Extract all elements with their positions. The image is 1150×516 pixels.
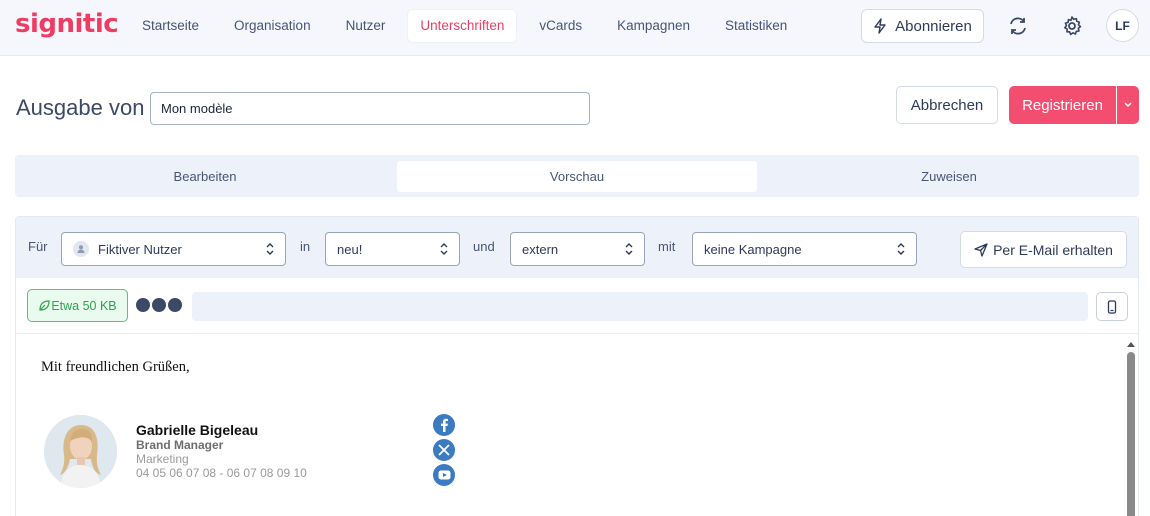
nav-item-nutzer[interactable]: Nutzer [334,10,398,42]
chevron-updown-icon [440,243,448,255]
window-dot [168,298,182,312]
size-badge-label: Etwa 50 KB [51,298,117,313]
signature-role: Brand Manager [136,438,224,452]
subscribe-label: Abonnieren [895,17,972,35]
chevron-updown-icon [897,243,905,255]
chevron-updown-icon [266,243,274,255]
signature-name: Gabrielle Bigeleau [136,422,259,438]
preview-filter-bar: Für Fiktiver Nutzer in neu! und extern m… [16,217,1138,278]
preview-address-bar [192,292,1088,321]
send-by-email-label: Per E-Mail erhalten [993,241,1113,258]
top-navigation-bar: signitic Startseite Organisation Nutzer … [0,0,1150,56]
user-avatar[interactable]: LF [1106,9,1139,42]
register-dropdown-button[interactable] [1117,86,1139,124]
mobile-preview-button[interactable] [1096,292,1128,321]
send-by-email-button[interactable]: Per E-Mail erhalten [960,231,1127,268]
settings-button[interactable] [1059,13,1085,39]
chevron-updown-icon [625,243,633,255]
scroll-up-arrow-icon[interactable] [1126,340,1136,348]
editor-tabs: Bearbeiten Vorschau Zuweisen [15,155,1139,197]
for-label: Für [28,239,48,254]
youtube-icon[interactable] [433,464,455,486]
main-nav: Startseite Organisation Nutzer Unterschr… [130,10,810,42]
in-label: in [300,239,311,254]
page-title: Ausgabe von [16,95,145,120]
x-icon[interactable] [433,439,455,461]
signature-department: Marketing [136,452,189,466]
lightning-icon [874,18,886,34]
window-dot [152,298,166,312]
window-dot [136,298,150,312]
nav-item-organisation[interactable]: Organisation [222,10,323,42]
and-label: und [473,239,495,254]
scrollbar-thumb[interactable] [1127,352,1135,516]
user-select-value: Fiktiver Nutzer [98,241,182,257]
scope-select-value: extern [522,241,559,257]
preview-panel: Für Fiktiver Nutzer in neu! und extern m… [15,216,1139,516]
status-select[interactable]: neu! [325,232,460,266]
preview-toolbar: Etwa 50 KB [16,278,1138,334]
window-dots [136,298,184,312]
signature-name-input[interactable] [150,92,590,125]
campaign-select[interactable]: keine Kampagne [692,232,917,266]
gear-icon [1064,16,1082,36]
leaf-icon [39,300,50,311]
cancel-button[interactable]: Abbrechen [896,86,998,124]
scope-select[interactable]: extern [510,232,645,266]
campaign-select-value: keine Kampagne [704,241,802,257]
subscribe-button[interactable]: Abonnieren [861,9,984,43]
signature-photo [44,415,117,488]
nav-item-startseite[interactable]: Startseite [130,10,211,42]
signitic-logo[interactable]: signitic [15,9,119,39]
size-badge: Etwa 50 KB [27,289,128,322]
signature-preview: Mit freundlichen Grüßen, Gabrielle Bigel… [16,334,1138,516]
sync-icon [1010,17,1026,35]
user-icon [73,241,89,257]
user-select[interactable]: Fiktiver Nutzer [61,232,286,266]
tab-vorschau[interactable]: Vorschau [397,161,757,192]
sync-button[interactable] [1005,13,1031,39]
mobile-icon [1107,299,1117,314]
nav-item-statistiken[interactable]: Statistiken [713,10,799,42]
nav-item-vcards[interactable]: vCards [527,10,594,42]
chevron-down-icon [1124,102,1132,108]
signature-phones: 04 05 06 07 08 - 06 07 08 09 10 [136,466,307,480]
with-label: mit [658,239,676,254]
send-icon [974,242,988,257]
nav-item-kampagnen[interactable]: Kampagnen [605,10,702,42]
tab-bearbeiten[interactable]: Bearbeiten [21,161,389,192]
nav-item-unterschriften[interactable]: Unterschriften [408,10,517,42]
register-button[interactable]: Registrieren [1009,86,1116,124]
email-greeting: Mit freundlichen Grüßen, [41,359,190,375]
facebook-icon[interactable] [433,414,455,436]
tab-zuweisen[interactable]: Zuweisen [765,161,1133,192]
status-select-value: neu! [337,241,363,257]
